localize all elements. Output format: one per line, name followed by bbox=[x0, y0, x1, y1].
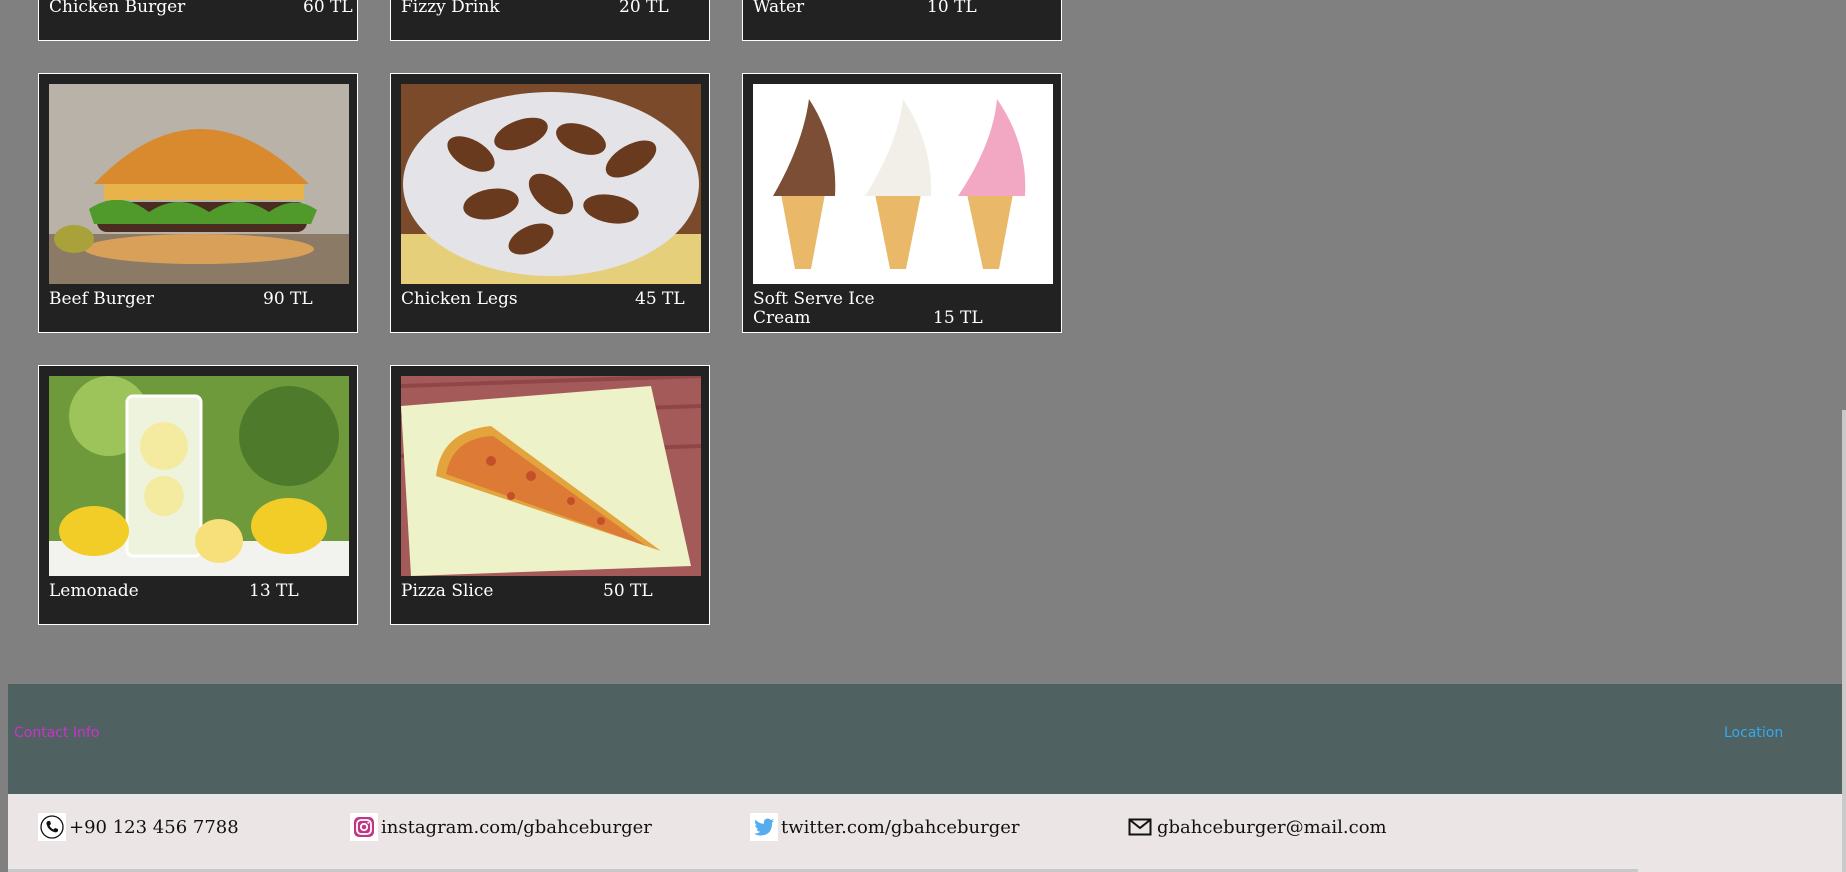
item-name: Chicken Legs bbox=[401, 289, 518, 309]
item-name: Pizza Slice bbox=[401, 581, 494, 601]
menu-page: Chicken Burger 60 TL Fizzy Drink 20 TL W… bbox=[0, 0, 1846, 872]
menu-card[interactable]: Fizzy Drink 20 TL bbox=[390, 0, 710, 41]
item-price: 20 TL bbox=[619, 0, 669, 17]
item-name: Chicken Burger bbox=[49, 0, 186, 17]
menu-card[interactable]: Lemonade 13 TL bbox=[38, 365, 358, 625]
item-price: 50 TL bbox=[603, 581, 653, 601]
item-price: 13 TL bbox=[249, 581, 299, 601]
twitter-contact[interactable]: twitter.com/gbahceburger bbox=[750, 813, 1020, 841]
pizza-slice-photo bbox=[401, 376, 701, 576]
item-name: Fizzy Drink bbox=[401, 0, 500, 17]
instagram-icon bbox=[350, 813, 378, 841]
contact-info-title: Contact Info bbox=[14, 725, 100, 741]
ice-cream-photo bbox=[753, 84, 1053, 284]
mail-icon bbox=[1126, 813, 1154, 841]
item-price: 45 TL bbox=[635, 289, 685, 309]
item-price: 90 TL bbox=[263, 289, 313, 309]
lemonade-photo bbox=[49, 376, 349, 576]
instagram-text: instagram.com/gbahceburger bbox=[381, 816, 652, 838]
menu-card[interactable]: Pizza Slice 50 TL bbox=[390, 365, 710, 625]
item-name: Beef Burger bbox=[49, 289, 154, 309]
location-link[interactable]: Location bbox=[1724, 725, 1783, 741]
vertical-scrollbar[interactable] bbox=[1842, 410, 1846, 872]
twitter-text: twitter.com/gbahceburger bbox=[781, 816, 1020, 838]
contact-bar: +90 123 456 7788 instagram.com/gbahcebur… bbox=[8, 794, 1842, 872]
menu-card[interactable]: Chicken Legs 45 TL bbox=[390, 73, 710, 333]
mail-text: gbahceburger@mail.com bbox=[1157, 816, 1387, 838]
phone-icon bbox=[38, 813, 66, 841]
item-price: 60 TL bbox=[303, 0, 353, 17]
item-name: Water bbox=[753, 0, 805, 17]
menu-card[interactable]: Soft Serve Ice Cream 15 TL bbox=[742, 73, 1062, 333]
footer-header: Contact Info Location bbox=[8, 684, 1842, 794]
phone-contact[interactable]: +90 123 456 7788 bbox=[38, 813, 239, 841]
beef-burger-photo bbox=[49, 84, 349, 284]
chicken-legs-photo bbox=[401, 84, 701, 284]
phone-text: +90 123 456 7788 bbox=[69, 816, 239, 838]
menu-card[interactable]: Beef Burger 90 TL bbox=[38, 73, 358, 333]
menu-card[interactable]: Chicken Burger 60 TL bbox=[38, 0, 358, 41]
menu-card[interactable]: Water 10 TL bbox=[742, 0, 1062, 41]
item-name: Lemonade bbox=[49, 581, 139, 601]
mail-contact[interactable]: gbahceburger@mail.com bbox=[1126, 813, 1387, 841]
item-price: 10 TL bbox=[927, 0, 977, 17]
item-price: 15 TL bbox=[933, 308, 983, 328]
twitter-icon bbox=[750, 813, 778, 841]
instagram-contact[interactable]: instagram.com/gbahceburger bbox=[350, 813, 652, 841]
item-name: Soft Serve Ice Cream bbox=[753, 289, 875, 328]
